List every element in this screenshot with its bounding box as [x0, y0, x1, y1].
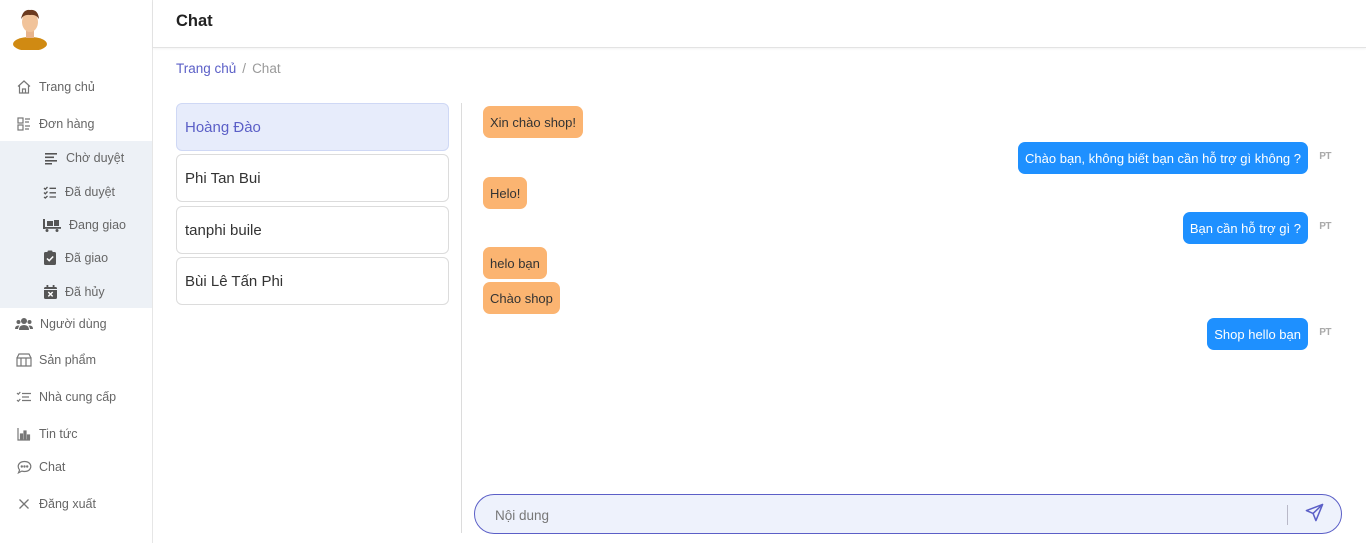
sidebar-item-label: Tin tức — [39, 427, 78, 441]
home-icon — [15, 78, 33, 96]
users-icon — [15, 315, 33, 333]
conversation-item[interactable]: Hoàng Đào — [176, 103, 449, 151]
sidebar-subitem-label: Đã duyệt — [65, 184, 116, 199]
composer-divider — [1287, 505, 1288, 525]
sender-avatar-text: PT — [1319, 221, 1331, 232]
orders-submenu: Chờ duyệt Đã duyệt Đang giao Đã giao Đã … — [0, 141, 152, 308]
sidebar-item-logout[interactable]: Đăng xuất — [0, 487, 152, 521]
app-root: Trang chủ Đơn hàng Chờ duyệt Đã duyệt Đa… — [0, 0, 1366, 543]
breadcrumb: Trang chủ / Chat — [176, 61, 281, 76]
sidebar-item-products[interactable]: Sản phẩm — [0, 343, 152, 377]
sender-avatar-text: PT — [1319, 151, 1331, 162]
sidebar-subitem-cancelled[interactable]: Đã hủy — [0, 275, 152, 308]
sidebar-item-suppliers[interactable]: Nhà cung cấp — [0, 380, 152, 414]
sidebar-item-label: Đơn hàng — [39, 117, 95, 131]
approved-list-icon — [42, 184, 58, 200]
breadcrumb-home-link[interactable]: Trang chủ — [176, 61, 236, 76]
page-title: Chat — [176, 12, 213, 30]
avatar[interactable] — [11, 6, 49, 51]
conversation-name: tanphi buile — [185, 221, 262, 239]
outgoing-message: Chào bạn, không biết bạn cần hỗ trợ gì k… — [1018, 142, 1308, 174]
incoming-message: Xin chào shop! — [483, 106, 584, 138]
sidebar-item-home[interactable]: Trang chủ — [0, 70, 152, 104]
sidebar-item-label: Nhà cung cấp — [39, 390, 117, 404]
sidebar-subitem-approved[interactable]: Đã duyệt — [0, 175, 152, 208]
suppliers-icon — [15, 388, 33, 406]
sidebar-subitem-delivered[interactable]: Đã giao — [0, 241, 152, 274]
send-button[interactable] — [1303, 503, 1325, 527]
conversation-name: Bùi Lê Tấn Phi — [185, 272, 284, 290]
conversation-item[interactable]: Bùi Lê Tấn Phi — [176, 257, 449, 305]
sidebar-subitem-label: Đã hủy — [65, 284, 105, 299]
sidebar-item-label: Trang chủ — [39, 80, 95, 94]
send-icon — [1305, 503, 1324, 527]
delivery-truck-icon — [42, 217, 62, 233]
conversation-item[interactable]: tanphi buile — [176, 206, 449, 254]
breadcrumb-current: Chat — [252, 61, 281, 76]
incoming-message: Helo! — [483, 177, 528, 209]
pending-list-icon — [43, 150, 59, 166]
sidebar-item-label: Sản phẩm — [39, 353, 96, 367]
calendar-cancel-icon — [42, 284, 58, 300]
incoming-message: Chào shop — [483, 282, 560, 314]
conversation-item[interactable]: Phi Tan Bui — [176, 154, 449, 202]
chat-icon — [15, 458, 33, 476]
message-composer — [474, 494, 1342, 534]
breadcrumb-separator: / — [242, 61, 247, 76]
sidebar: Trang chủ Đơn hàng Chờ duyệt Đã duyệt Đa… — [0, 0, 153, 543]
sidebar-item-label: Người dùng — [40, 317, 107, 331]
sidebar-item-orders[interactable]: Đơn hàng — [0, 107, 152, 141]
conversation-name: Phi Tan Bui — [185, 169, 261, 187]
message-input[interactable] — [495, 503, 1275, 527]
top-header: Chat — [153, 0, 1366, 48]
conversation-name: Hoàng Đào — [185, 118, 261, 136]
orders-icon — [15, 115, 33, 133]
clipboard-check-icon — [42, 250, 58, 266]
news-icon — [15, 425, 33, 443]
sidebar-item-label: Chat — [39, 460, 66, 474]
panel-divider — [461, 103, 462, 533]
sidebar-subitem-delivering[interactable]: Đang giao — [0, 208, 152, 241]
sidebar-subitem-label: Chờ duyệt — [66, 150, 125, 165]
sender-avatar-text: PT — [1319, 327, 1331, 338]
logout-icon — [15, 495, 33, 513]
sidebar-subitem-label: Đã giao — [65, 250, 109, 265]
outgoing-message: Bạn cần hỗ trợ gì ? — [1182, 212, 1308, 244]
sidebar-item-users[interactable]: Người dùng — [0, 307, 152, 341]
products-icon — [15, 351, 33, 369]
sidebar-subitem-label: Đang giao — [69, 217, 126, 232]
sidebar-subitem-pending[interactable]: Chờ duyệt — [0, 141, 152, 174]
outgoing-message: Shop hello bạn — [1207, 318, 1308, 350]
sidebar-item-label: Đăng xuất — [39, 497, 96, 511]
sidebar-item-news[interactable]: Tin tức — [0, 417, 152, 451]
sidebar-item-chat[interactable]: Chat — [0, 450, 152, 484]
incoming-message: helo bạn — [483, 247, 547, 279]
